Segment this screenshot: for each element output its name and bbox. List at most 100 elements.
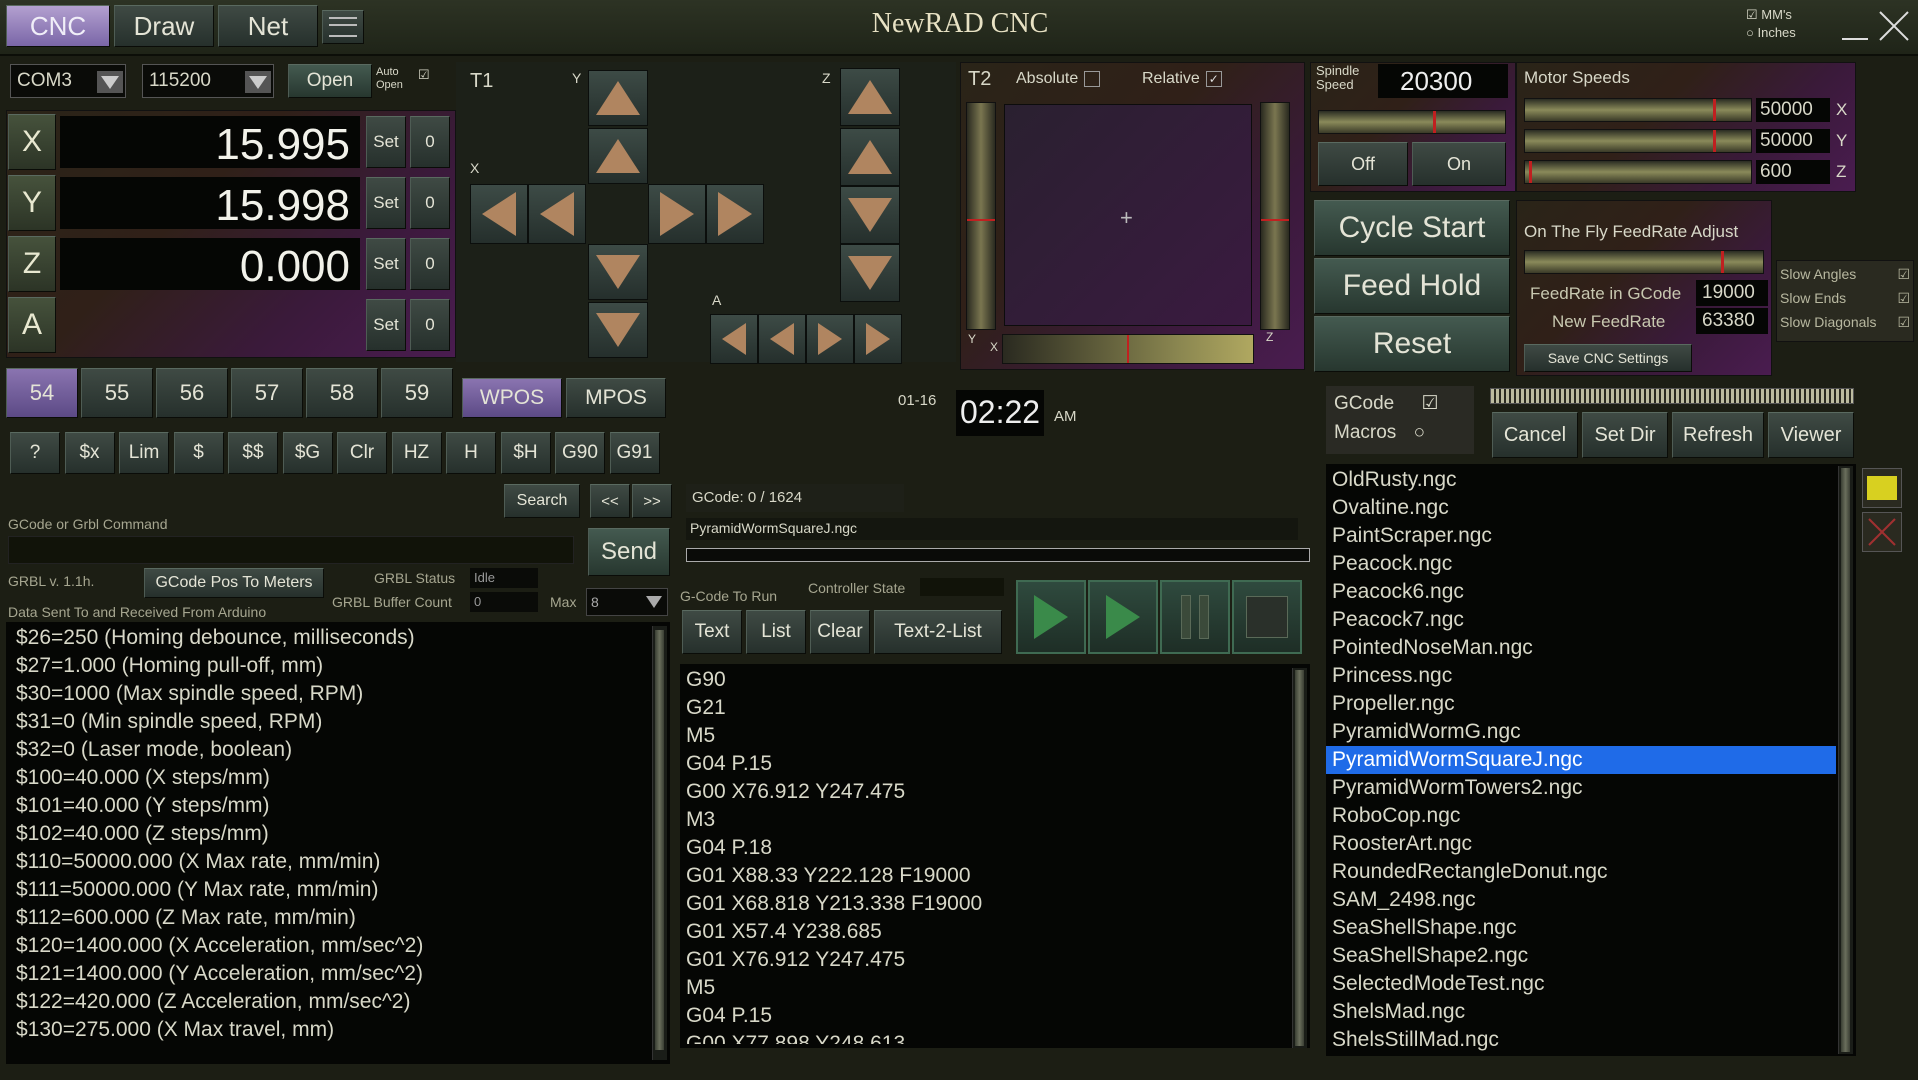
cycle-start-button[interactable]: Cycle Start [1314,200,1510,256]
console-scrollbar[interactable] [652,626,667,1060]
cmd-button-11[interactable]: G91 [609,432,660,474]
motor-slider-marker[interactable] [1713,99,1716,121]
file-list-item[interactable]: SeaShellShape2.ngc [1326,942,1836,970]
run-list-button[interactable]: List [746,610,806,654]
wcs-g59-button[interactable]: 59 [381,368,453,418]
file-list-item[interactable]: SelectedModeTest.ngc [1326,970,1836,998]
spindle-off-button[interactable]: Off [1318,142,1408,186]
file-list-item[interactable]: Peacock7.ngc [1326,606,1836,634]
gcode-mode-option[interactable]: GCode ☑ [1334,392,1439,415]
file-list-item[interactable]: ShelsMad.ngc [1326,998,1836,1026]
axis-set-button-x[interactable]: Set [366,116,406,168]
file-list-item[interactable]: PointedNoseMan.ngc [1326,634,1836,662]
gcode-line[interactable]: G01 X88.33 Y222.128 F19000 [686,862,1286,890]
cmd-button-9[interactable]: $H [500,432,551,474]
file-list-scrollbar[interactable] [1838,466,1853,1054]
cmd-button-0[interactable]: ? [10,432,60,474]
file-list-item[interactable]: SAM_2498.ngc [1326,886,1836,914]
units-inches-option[interactable]: ○ Inches [1746,24,1846,42]
motor-slider-marker[interactable] [1529,161,1532,183]
file-list-item[interactable]: RoboCop.ngc [1326,802,1836,830]
stop-button[interactable] [1232,580,1302,654]
wpos-button[interactable]: WPOS [462,378,562,418]
wcs-g55-button[interactable]: 55 [81,368,153,418]
slow-option-1[interactable]: Slow Ends ☑ [1780,290,1912,306]
close-button[interactable] [1876,8,1912,44]
jog-x-minus-fast-button[interactable] [470,184,528,244]
cmd-button-3[interactable]: $ [173,432,224,474]
axis-zero-button-z[interactable]: 0 [410,238,450,290]
pause-button[interactable] [1160,580,1230,654]
gcode-line[interactable]: G04 P.15 [686,750,1286,778]
gcode-line[interactable]: G00 X77.898 Y248.613 [686,1030,1286,1044]
port-select[interactable]: COM3 [10,64,126,98]
auto-open-checkbox[interactable]: Auto Open ☑ [376,66,440,100]
spindle-speed-field[interactable]: 20300 [1378,64,1508,98]
t2-left-slider[interactable] [966,102,996,330]
jog-x-plus-fast-button[interactable] [706,184,764,244]
file-list-item[interactable]: PyramidWormSquareJ.ngc [1326,746,1836,774]
jog-x-minus-button[interactable] [528,184,586,244]
wcs-g58-button[interactable]: 58 [306,368,378,418]
jog-a-plus-fast-button[interactable] [854,314,902,364]
motor-z-slider[interactable] [1524,160,1752,184]
wcs-g57-button[interactable]: 57 [231,368,303,418]
jog-z-minus-button[interactable] [840,186,900,244]
delete-file-button[interactable] [1862,512,1902,552]
jog-y-minus-fast-button[interactable] [588,302,648,358]
jog-a-plus-button[interactable] [806,314,854,364]
gcode-scrollbar[interactable] [1292,668,1307,1048]
slow-option-2[interactable]: Slow Diagonals ☑ [1780,314,1912,330]
jog-y-plus-button[interactable] [588,128,648,184]
cmd-button-6[interactable]: Clr [337,432,387,474]
jog-a-minus-fast-button[interactable] [710,314,758,364]
motor-x-value-field[interactable]: 50000 [1756,98,1830,122]
t2-right-slider[interactable] [1260,102,1290,330]
cmd-button-10[interactable]: G90 [555,432,605,474]
cmd-button-8[interactable]: H [446,432,496,474]
feedrate-slider[interactable] [1524,250,1764,274]
console-scroll-thumb[interactable] [655,630,664,1050]
motor-slider-marker[interactable] [1713,130,1716,152]
axis-set-button-y[interactable]: Set [366,177,406,229]
file-list-item[interactable]: ShelsStillMad.ngc [1326,1026,1836,1054]
jog-z-plus-button[interactable] [840,128,900,186]
send-button[interactable]: Send [588,528,670,576]
file-list-item[interactable]: Peacock.ngc [1326,550,1836,578]
tab-draw[interactable]: Draw [114,5,214,47]
axis-set-button-a[interactable]: Set [366,299,406,351]
gcode-line[interactable]: G04 P.18 [686,834,1286,862]
run-text-button[interactable]: Text [682,610,742,654]
search-next-button[interactable]: >> [632,484,672,518]
cmd-button-2[interactable]: Lim [119,432,169,474]
file-list-item[interactable]: OldRusty.ngc [1326,466,1836,494]
axis-zero-button-y[interactable]: 0 [410,177,450,229]
t2-jog-pad[interactable]: + [1004,104,1252,326]
jog-z-plus-fast-button[interactable] [840,68,900,126]
feedrate-slider-marker[interactable] [1721,251,1724,273]
refresh-button[interactable]: Refresh [1672,412,1764,458]
t2-bottom-slider[interactable] [1002,334,1254,364]
jog-z-minus-fast-button[interactable] [840,244,900,302]
menu-button[interactable] [322,10,364,44]
cmd-button-7[interactable]: HZ [391,432,442,474]
gcode-line[interactable]: G21 [686,694,1286,722]
jog-x-plus-button[interactable] [648,184,706,244]
run-clear-button[interactable]: Clear [810,610,870,654]
axis-zero-button-a[interactable]: 0 [410,299,450,351]
search-button[interactable]: Search [504,484,580,518]
feed-hold-button[interactable]: Feed Hold [1314,258,1510,314]
gcode-line[interactable]: M5 [686,974,1286,1002]
macros-mode-option[interactable]: Macros ○ [1334,422,1425,444]
reset-button[interactable]: Reset [1314,316,1510,372]
spindle-slider[interactable] [1318,110,1506,134]
viewer-button[interactable]: Viewer [1768,412,1854,458]
play-button[interactable] [1016,580,1086,654]
motor-z-value-field[interactable]: 600 [1756,160,1830,184]
file-list-item[interactable]: PaintScraper.ngc [1326,522,1836,550]
gcode-pos-to-meters-button[interactable]: GCode Pos To Meters [144,568,324,598]
open-button[interactable]: Open [288,64,372,98]
gcode-scroll-thumb[interactable] [1295,670,1304,1046]
save-cnc-settings-button[interactable]: Save CNC Settings [1524,344,1692,372]
units-mm-option[interactable]: ☑ MM's [1746,6,1846,24]
